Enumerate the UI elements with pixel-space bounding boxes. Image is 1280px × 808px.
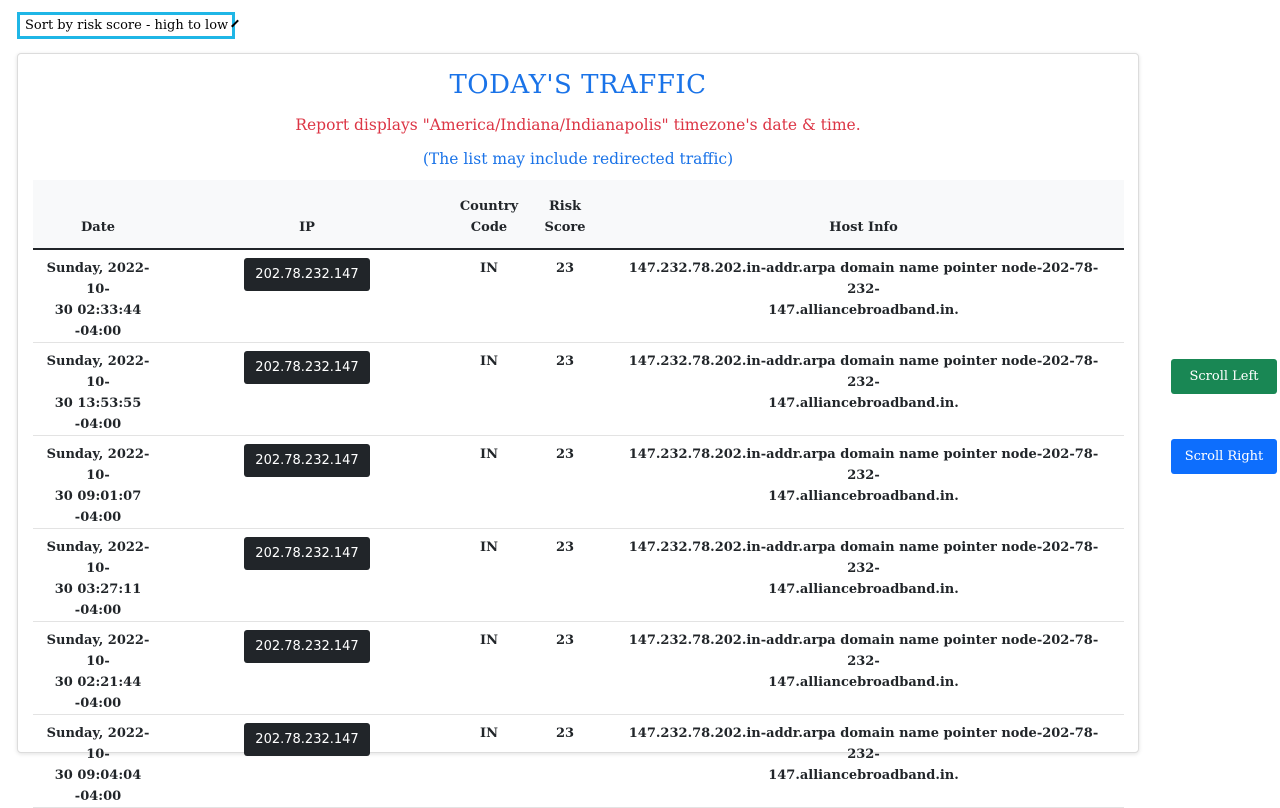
- country-code-cell: IN: [451, 249, 527, 343]
- header-date: Date: [33, 180, 163, 250]
- risk-score-cell: 23: [527, 342, 603, 436]
- ip-cell: 202.78.232.147: [163, 528, 451, 622]
- table-row: Sunday, 2022-10- 30 02:33:44 -04:00 202.78…: [33, 249, 1124, 343]
- ip-badge[interactable]: 202.78.232.147: [244, 351, 370, 384]
- date-cell: Sunday, 2022-10- 30 09:04:04 -04:00: [33, 714, 163, 808]
- host-info-cell: 147.232.78.202.in-addr.arpa domain name …: [603, 714, 1124, 808]
- table-row: Sunday, 2022-10- 30 09:01:07 -04:00 202.78…: [33, 435, 1124, 529]
- header-risk-score: Risk Score: [527, 180, 603, 250]
- ip-badge[interactable]: 202.78.232.147: [244, 723, 370, 756]
- header-host-info: Host Info: [603, 180, 1124, 250]
- ip-cell: 202.78.232.147: [163, 435, 451, 529]
- date-cell: Sunday, 2022-10- 30 09:01:07 -04:00: [33, 435, 163, 529]
- sort-select-value: Sort by risk score - high to low: [25, 18, 229, 33]
- country-code-cell: IN: [451, 435, 527, 529]
- traffic-table: Date IP Country Code Risk Score Host Info …: [33, 180, 1124, 808]
- ip-badge[interactable]: 202.78.232.147: [244, 258, 370, 291]
- table-row: Sunday, 2022-10- 30 13:53:55 -04:00 202.78…: [33, 342, 1124, 436]
- page-title: TODAY'S TRAFFIC: [449, 70, 707, 100]
- host-info-cell: 147.232.78.202.in-addr.arpa domain name …: [603, 528, 1124, 622]
- ip-badge[interactable]: 202.78.232.147: [244, 444, 370, 477]
- date-cell: Sunday, 2022-10- 30 03:27:11 -04:00: [33, 528, 163, 622]
- scroll-left-button[interactable]: Scroll Left: [1171, 359, 1277, 394]
- table-row: Sunday, 2022-10- 30 03:27:11 -04:00 202.78…: [33, 528, 1124, 622]
- date-cell: Sunday, 2022-10- 30 13:53:55 -04:00: [33, 342, 163, 436]
- risk-score-cell: 23: [527, 621, 603, 715]
- ip-cell: 202.78.232.147: [163, 249, 451, 343]
- host-info-cell: 147.232.78.202.in-addr.arpa domain name …: [603, 621, 1124, 715]
- chevron-down-icon: [231, 19, 240, 28]
- ip-badge[interactable]: 202.78.232.147: [244, 537, 370, 570]
- ip-cell: 202.78.232.147: [163, 714, 451, 808]
- table-header-row: Date IP Country Code Risk Score Host Info: [33, 180, 1124, 250]
- table-row: Sunday, 2022-10- 30 09:04:04 -04:00 202.78…: [33, 714, 1124, 808]
- sort-select[interactable]: Sort by risk score - high to low: [17, 12, 240, 39]
- country-code-cell: IN: [451, 621, 527, 715]
- scroll-right-button[interactable]: Scroll Right: [1171, 439, 1277, 474]
- date-cell: Sunday, 2022-10- 30 02:21:44 -04:00: [33, 621, 163, 715]
- header-ip: IP: [163, 180, 451, 250]
- country-code-cell: IN: [451, 342, 527, 436]
- ip-cell: 202.78.232.147: [163, 621, 451, 715]
- country-code-cell: IN: [451, 528, 527, 622]
- redirect-note: (The list may include redirected traffic…: [422, 150, 734, 168]
- risk-score-cell: 23: [527, 249, 603, 343]
- risk-score-cell: 23: [527, 528, 603, 622]
- risk-score-cell: 23: [527, 714, 603, 808]
- risk-score-cell: 23: [527, 435, 603, 529]
- header-country-code: Country Code: [451, 180, 527, 250]
- traffic-report-card: TODAY'S TRAFFIC Report displays "America…: [17, 53, 1139, 808]
- date-cell: Sunday, 2022-10- 30 02:33:44 -04:00: [33, 249, 163, 343]
- host-info-cell: 147.232.78.202.in-addr.arpa domain name …: [603, 249, 1124, 343]
- host-info-cell: 147.232.78.202.in-addr.arpa domain name …: [603, 435, 1124, 529]
- table-row: Sunday, 2022-10- 30 02:21:44 -04:00 202.78…: [33, 621, 1124, 715]
- country-code-cell: IN: [451, 714, 527, 808]
- timezone-note: Report displays "America/Indiana/Indiana…: [295, 116, 861, 134]
- host-info-cell: 147.232.78.202.in-addr.arpa domain name …: [603, 342, 1124, 436]
- ip-badge[interactable]: 202.78.232.147: [244, 630, 370, 663]
- ip-cell: 202.78.232.147: [163, 342, 451, 436]
